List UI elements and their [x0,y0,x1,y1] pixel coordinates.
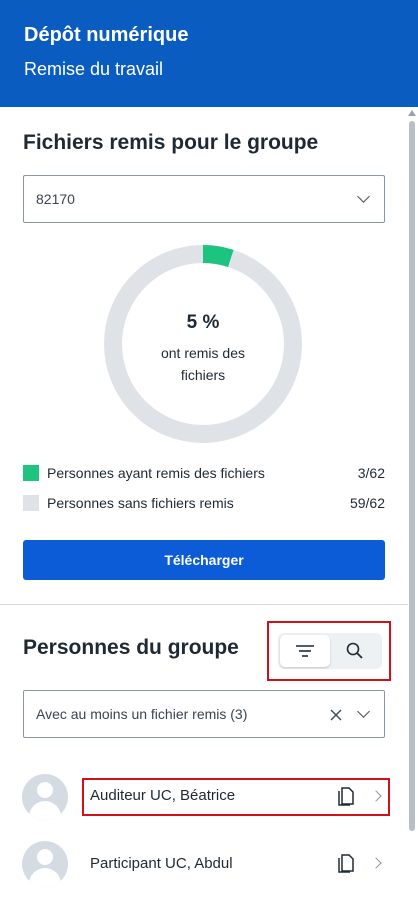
filter-toggle-button[interactable] [280,635,330,667]
legend-swatch-submitted [23,465,39,481]
donut-center: 5 % ont remis des fichiers [103,244,303,444]
chevron-right-icon [370,857,382,869]
donut-percent: 5 % [186,312,220,333]
toggle-container [278,633,382,669]
document-icon [338,854,354,873]
scrollbar-thumb[interactable] [409,121,415,831]
clear-icon[interactable] [328,707,344,723]
view-toggle-group [267,621,391,681]
search-toggle-button[interactable] [330,635,380,667]
status-filter-select[interactable]: Avec au moins un fichier remis (3) [23,690,385,738]
app-header: Dépôt numérique Remise du travail [0,0,418,107]
legend-swatch-not-submitted [23,495,39,511]
app-title: Dépôt numérique [24,24,189,46]
avatar [22,774,68,820]
download-button[interactable]: Télécharger [23,540,385,580]
chevron-down-icon[interactable] [357,705,370,718]
legend-label: Personnes ayant remis des fichiers [47,465,265,481]
avatar [22,841,68,887]
chevron-down-icon [357,190,370,203]
filter-icon [296,645,314,657]
people-section-title: Personnes du groupe [23,636,239,659]
group-select-value: 82170 [36,191,75,207]
legend-count: 59/62 [349,495,385,511]
legend-count: 3/62 [357,465,385,481]
section-divider [0,604,408,605]
person-name: Participant UC, Abdul [90,855,233,872]
content-panel: Fichiers remis pour le groupe 82170 5 % … [0,107,418,907]
legend-item-not-submitted: Personnes sans fichiers remis 59/62 [23,493,385,513]
app-subtitle: Remise du travail [24,59,164,79]
scroll-up-arrow[interactable] [408,110,416,116]
donut-caption: ont remis des fichiers [160,345,246,383]
legend-label: Personnes sans fichiers remis [47,495,234,511]
highlighted-row-marker [82,778,390,816]
scrollbar[interactable] [408,107,416,907]
status-filter-value: Avec au moins un fichier remis (3) [36,706,248,722]
group-select[interactable]: 82170 [23,175,385,223]
legend-item-submitted: Personnes ayant remis des fichiers 3/62 [23,463,385,483]
files-section-title: Fichiers remis pour le groupe [23,131,319,154]
person-row[interactable]: Participant UC, Abdul [0,831,408,895]
search-icon [346,642,363,659]
